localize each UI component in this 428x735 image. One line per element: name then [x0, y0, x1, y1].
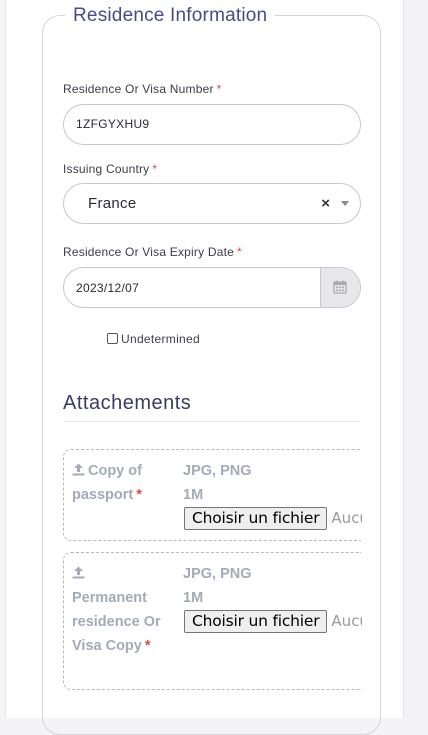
visa-number-input[interactable]: 1ZFGYXHU9 — [63, 104, 361, 145]
expiry-date-input[interactable]: 2023/12/07 — [63, 267, 361, 308]
undetermined-label[interactable]: Undetermined — [121, 332, 200, 346]
section-title: Residence Information — [65, 5, 276, 27]
required-asterisk: * — [136, 487, 142, 503]
file-formats: JPG, PNG — [183, 463, 252, 479]
expiry-date-value: 2023/12/07 — [76, 281, 140, 295]
upload-icon — [72, 463, 85, 476]
required-asterisk: * — [236, 245, 242, 259]
file-status: Aucun fichier choisi — [331, 509, 362, 527]
required-asterisk: * — [144, 638, 151, 654]
visa-copy-upload-label: Permanent residence Or Visa Copy * — [72, 562, 172, 658]
chevron-down-icon[interactable] — [341, 201, 349, 206]
choose-file-button[interactable]: Choisir un fichier — [184, 507, 328, 530]
file-size-limit: 1M — [183, 590, 204, 606]
file-status: Aucun fichier choisi — [331, 612, 362, 630]
undetermined-row: Undetermined — [107, 330, 200, 348]
expiry-date-label: Residence Or Visa Expiry Date * — [63, 245, 242, 259]
clear-selection-icon[interactable]: × — [321, 195, 330, 212]
passport-upload-label: Copy of passport * — [72, 463, 142, 503]
upload-icon — [72, 566, 85, 579]
file-size-limit: 1M — [183, 487, 204, 503]
divider — [63, 421, 361, 422]
calendar-icon — [333, 280, 347, 294]
issuing-country-label: Issuing Country * — [63, 162, 158, 176]
visa-copy-upload-box[interactable]: Permanent residence Or Visa Copy * JPG, P… — [63, 552, 362, 690]
undetermined-checkbox[interactable] — [107, 333, 118, 345]
file-formats: JPG, PNG — [183, 566, 252, 582]
passport-constraints: JPG, PNG 1M — [183, 459, 252, 507]
passport-upload-box[interactable]: Copy of passport * JPG, PNG 1M Choisir un… — [63, 449, 362, 541]
issuing-country-value: France — [88, 195, 137, 212]
issuing-country-select[interactable]: France × — [63, 183, 361, 224]
passport-file-input[interactable]: Choisir un fichierAucun fichier choisi — [184, 507, 362, 530]
visa-number-value: 1ZFGYXHU9 — [76, 117, 150, 131]
visa-number-label: Residence Or Visa Number * — [63, 82, 222, 96]
required-asterisk: * — [216, 82, 222, 96]
choose-file-button[interactable]: Choisir un fichier — [184, 610, 328, 633]
visa-copy-constraints: JPG, PNG 1M — [183, 562, 252, 610]
required-asterisk: * — [152, 162, 158, 176]
attachments-title: Attachements — [63, 392, 192, 414]
visa-copy-file-input[interactable]: Choisir un fichierAucun fichier choisi — [184, 610, 362, 633]
calendar-button[interactable] — [320, 268, 360, 307]
